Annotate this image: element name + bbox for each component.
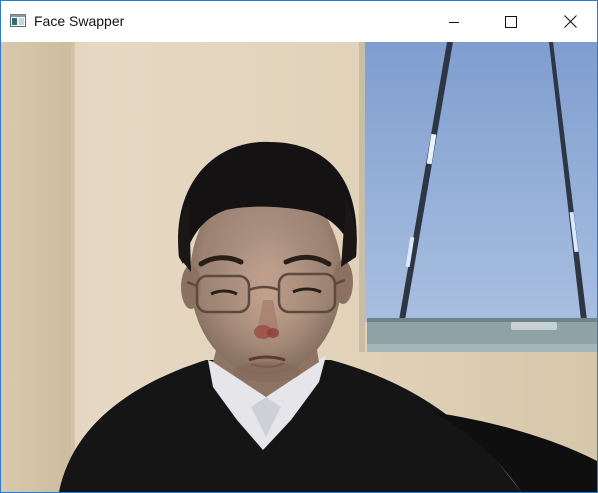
maximize-button[interactable] <box>488 1 534 42</box>
minimize-icon <box>448 16 460 28</box>
close-icon <box>563 15 577 28</box>
window-title: Face Swapper <box>34 13 125 29</box>
webcam-image <box>1 42 597 492</box>
app-window-icon <box>10 14 26 27</box>
title-bar[interactable]: Face Swapper <box>1 0 597 42</box>
video-frame <box>1 42 597 492</box>
minimize-button[interactable] <box>431 1 477 42</box>
maximize-icon <box>505 15 517 28</box>
app-window: Face Swapper <box>0 0 598 493</box>
close-button[interactable] <box>547 1 593 42</box>
